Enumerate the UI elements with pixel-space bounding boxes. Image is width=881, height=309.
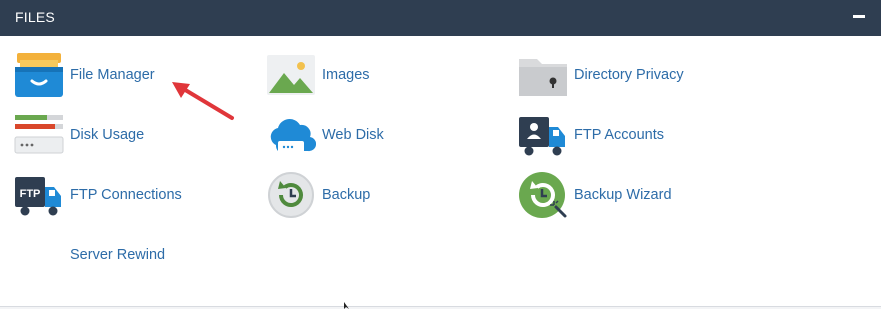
images-icon — [266, 51, 316, 99]
ftp-accounts-icon — [518, 111, 568, 159]
web-disk-link[interactable]: Web Disk — [266, 109, 384, 161]
item-label: File Manager — [70, 67, 155, 83]
item-label: Server Rewind — [70, 247, 166, 263]
backup-link[interactable]: Backup — [266, 169, 370, 221]
mouse-cursor-icon — [344, 302, 349, 309]
ftp-icon-text: FTP — [20, 188, 41, 200]
files-panel-header[interactable]: FILES — [0, 0, 881, 36]
item-label: Directory Privacy — [574, 67, 684, 83]
item-label: FTP Connections — [70, 187, 182, 203]
server-rewind-link[interactable]: Server Rewind — [14, 229, 165, 281]
backup-icon — [266, 171, 316, 219]
ftp-accounts-link[interactable]: FTP Accounts — [518, 109, 664, 161]
item-label: Backup — [322, 187, 371, 203]
item-label: FTP Accounts — [574, 127, 664, 143]
files-panel: FILES File Manager Images Directory Priv… — [0, 0, 881, 307]
file-manager-link[interactable]: File Manager — [14, 49, 155, 101]
backup-wizard-icon — [518, 171, 568, 219]
web-disk-icon — [266, 111, 316, 159]
backup-wizard-link[interactable]: Backup Wizard — [518, 169, 672, 221]
server-rewind-icon — [14, 231, 64, 279]
item-label: Web Disk — [322, 127, 384, 143]
file-manager-icon — [14, 51, 64, 99]
annotation-arrow-icon — [172, 82, 234, 120]
collapse-icon[interactable] — [853, 15, 865, 18]
panel-title: FILES — [15, 9, 55, 25]
directory-privacy-link[interactable]: Directory Privacy — [518, 49, 684, 101]
disk-usage-icon — [14, 111, 64, 159]
item-label: Disk Usage — [70, 127, 145, 143]
directory-privacy-icon — [518, 51, 568, 99]
item-label: Images — [322, 67, 370, 83]
item-label: Backup Wizard — [574, 187, 672, 203]
images-link[interactable]: Images — [266, 49, 370, 101]
ftp-connections-link[interactable]: FTP FTP Connections — [14, 169, 182, 221]
ftp-connections-icon: FTP — [14, 171, 64, 219]
disk-usage-link[interactable]: Disk Usage — [14, 109, 144, 161]
